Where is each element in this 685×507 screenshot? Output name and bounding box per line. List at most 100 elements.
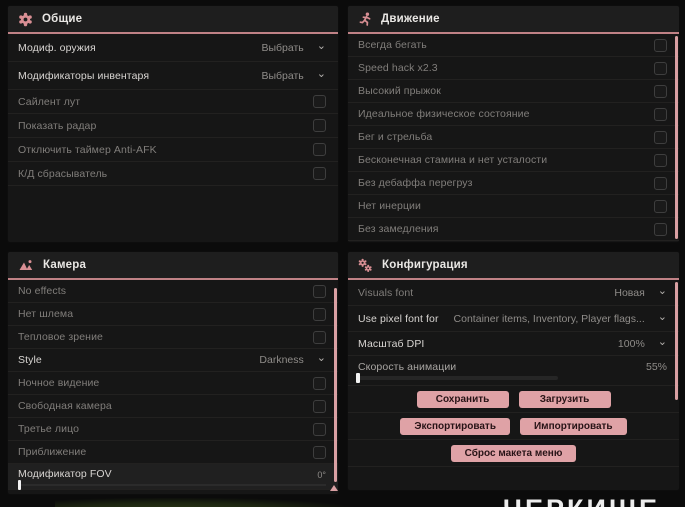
chevron-down-icon: ⌄ bbox=[316, 352, 326, 364]
row-anti-afk[interactable]: Отключить таймер Anti-AFK bbox=[8, 138, 338, 162]
night-vision-checkbox[interactable] bbox=[313, 376, 326, 390]
panel-camera-header[interactable]: Камера bbox=[8, 252, 338, 280]
panel-general-header[interactable]: Общие bbox=[8, 6, 338, 34]
button-row-export-import: Экспортировать Импортировать bbox=[348, 413, 679, 440]
row-label: Бег и стрельба bbox=[358, 131, 433, 143]
row-high-jump[interactable]: Высокий прыжок bbox=[348, 80, 679, 103]
row-dpi-scale[interactable]: Масштаб DPI 100% ⌄ bbox=[348, 332, 679, 356]
fov-slider-handle[interactable] bbox=[18, 480, 21, 490]
scroll-down-arrow-icon[interactable] bbox=[330, 485, 338, 491]
no-effects-checkbox[interactable] bbox=[313, 284, 326, 298]
row-inventory-mods[interactable]: Модификаторы инвентаря Выбрать ⌄ bbox=[8, 62, 338, 90]
row-label: Высокий прыжок bbox=[358, 85, 441, 97]
chevron-down-icon: ⌄ bbox=[657, 284, 667, 297]
row-label: Style bbox=[18, 354, 42, 366]
row-label: Показать радар bbox=[18, 119, 97, 132]
row-label: Модиф. оружия bbox=[18, 41, 96, 54]
row-run-and-shoot[interactable]: Бег и стрельба bbox=[348, 126, 679, 149]
infinite-stamina-checkbox[interactable] bbox=[654, 153, 667, 167]
row-third-person[interactable]: Третье лицо bbox=[8, 418, 338, 441]
no-slowdown-checkbox[interactable] bbox=[654, 222, 667, 236]
weapon-mods-select[interactable]: Выбрать ⌄ bbox=[261, 40, 326, 54]
export-button[interactable]: Экспортировать bbox=[400, 417, 510, 435]
speed-hack-checkbox[interactable] bbox=[654, 61, 667, 75]
double-gear-icon bbox=[358, 258, 373, 273]
panel-config-header[interactable]: Конфигурация bbox=[348, 252, 679, 280]
runner-icon bbox=[358, 12, 372, 27]
panel-title: Камера bbox=[43, 259, 87, 271]
chevron-down-icon: ⌄ bbox=[657, 310, 667, 323]
row-fov-modifier[interactable]: Модификатор FOV 0° bbox=[8, 464, 338, 490]
row-no-overload-debuff[interactable]: Без дебаффа перегруз bbox=[348, 172, 679, 195]
run-and-shoot-checkbox[interactable] bbox=[654, 130, 667, 144]
panel-general: Общие Модиф. оружия Выбрать ⌄ Модификато… bbox=[8, 6, 338, 242]
row-silent-loot[interactable]: Сайлент лут bbox=[8, 90, 338, 114]
row-night-vision[interactable]: Ночное видение bbox=[8, 372, 338, 395]
row-infinite-stamina[interactable]: Бесконечная стамина и нет усталости bbox=[348, 149, 679, 172]
row-perfect-condition[interactable]: Идеальное физическое состояние bbox=[348, 103, 679, 126]
row-style[interactable]: Style Darkness ⌄ bbox=[8, 349, 338, 372]
pixel-font-select[interactable]: Container items, Inventory, Player flags… bbox=[454, 310, 667, 325]
import-button[interactable]: Импортировать bbox=[519, 417, 627, 435]
animation-speed-value: 55% bbox=[645, 361, 667, 373]
style-select[interactable]: Darkness ⌄ bbox=[259, 352, 326, 367]
load-button[interactable]: Загрузить bbox=[518, 390, 611, 408]
always-run-checkbox[interactable] bbox=[654, 38, 667, 52]
movement-scrollbar[interactable] bbox=[675, 36, 678, 239]
no-inertia-checkbox[interactable] bbox=[654, 199, 667, 213]
anti-afk-checkbox[interactable] bbox=[313, 143, 326, 156]
no-helmet-checkbox[interactable] bbox=[313, 307, 326, 321]
row-weapon-mods[interactable]: Модиф. оружия Выбрать ⌄ bbox=[8, 34, 338, 62]
panel-movement-header[interactable]: Движение bbox=[348, 6, 679, 34]
perfect-condition-checkbox[interactable] bbox=[654, 107, 667, 121]
panel-camera: Камера No effects Нет шлема Тепловое зре… bbox=[8, 252, 338, 494]
thermal-vision-checkbox[interactable] bbox=[313, 330, 326, 344]
camera-scrollbar[interactable] bbox=[334, 288, 337, 482]
no-overload-debuff-checkbox[interactable] bbox=[654, 176, 667, 190]
row-always-run[interactable]: Всегда бегать bbox=[348, 34, 679, 57]
row-pixel-font[interactable]: Use pixel font for Container items, Inve… bbox=[348, 306, 679, 332]
visuals-font-select[interactable]: Новая ⌄ bbox=[614, 284, 667, 299]
reset-menu-layout-button[interactable]: Сброс макета меню bbox=[450, 444, 577, 462]
row-label: Без дебаффа перегруз bbox=[358, 177, 473, 189]
row-speed-hack[interactable]: Speed hack x2.3 bbox=[348, 57, 679, 80]
game-world-ground bbox=[55, 498, 355, 507]
save-button[interactable]: Сохранить bbox=[416, 390, 509, 408]
row-thermal-vision[interactable]: Тепловое зрение bbox=[8, 326, 338, 349]
row-show-radar[interactable]: Показать радар bbox=[8, 114, 338, 138]
row-label: No effects bbox=[18, 285, 67, 297]
gear-flower-icon bbox=[18, 12, 33, 27]
silent-loot-checkbox[interactable] bbox=[313, 95, 326, 108]
row-label: Нет шлема bbox=[18, 308, 74, 320]
zoom-checkbox[interactable] bbox=[313, 445, 326, 459]
chevron-down-icon: ⌄ bbox=[657, 335, 667, 348]
game-watermark-text: ЧЕРКИШЕ bbox=[503, 494, 660, 507]
row-no-inertia[interactable]: Нет инерции bbox=[348, 195, 679, 218]
row-label: Speed hack x2.3 bbox=[358, 62, 438, 74]
fov-slider[interactable] bbox=[18, 480, 326, 490]
mountains-icon bbox=[18, 258, 34, 272]
row-cooldown-reset[interactable]: К/Д сбрасыватель bbox=[8, 162, 338, 186]
row-no-helmet[interactable]: Нет шлема bbox=[8, 303, 338, 326]
animation-speed-handle[interactable] bbox=[356, 373, 360, 383]
config-scrollbar[interactable] bbox=[675, 282, 678, 400]
high-jump-checkbox[interactable] bbox=[654, 84, 667, 98]
cooldown-reset-checkbox[interactable] bbox=[313, 167, 326, 180]
row-label: Бесконечная стамина и нет усталости bbox=[358, 154, 548, 166]
row-visuals-font[interactable]: Visuals font Новая ⌄ bbox=[348, 280, 679, 306]
animation-speed-slider[interactable] bbox=[356, 373, 558, 383]
row-no-slowdown[interactable]: Без замедления bbox=[348, 218, 679, 241]
row-free-camera[interactable]: Свободная камера bbox=[8, 395, 338, 418]
dpi-scale-select[interactable]: 100% ⌄ bbox=[618, 335, 667, 350]
row-no-effects[interactable]: No effects bbox=[8, 280, 338, 303]
row-zoom[interactable]: Приближение bbox=[8, 441, 338, 464]
panel-config: Конфигурация Visuals font Новая ⌄ Use pi… bbox=[348, 252, 679, 490]
row-label: Свободная камера bbox=[18, 400, 112, 412]
row-animation-speed[interactable]: Скорость анимации 55% bbox=[348, 356, 679, 386]
free-camera-checkbox[interactable] bbox=[313, 399, 326, 413]
inventory-mods-select[interactable]: Выбрать ⌄ bbox=[261, 67, 326, 82]
chevron-down-icon: ⌄ bbox=[316, 67, 326, 80]
panel-title: Конфигурация bbox=[382, 259, 468, 271]
third-person-checkbox[interactable] bbox=[313, 422, 326, 436]
show-radar-checkbox[interactable] bbox=[313, 119, 326, 132]
